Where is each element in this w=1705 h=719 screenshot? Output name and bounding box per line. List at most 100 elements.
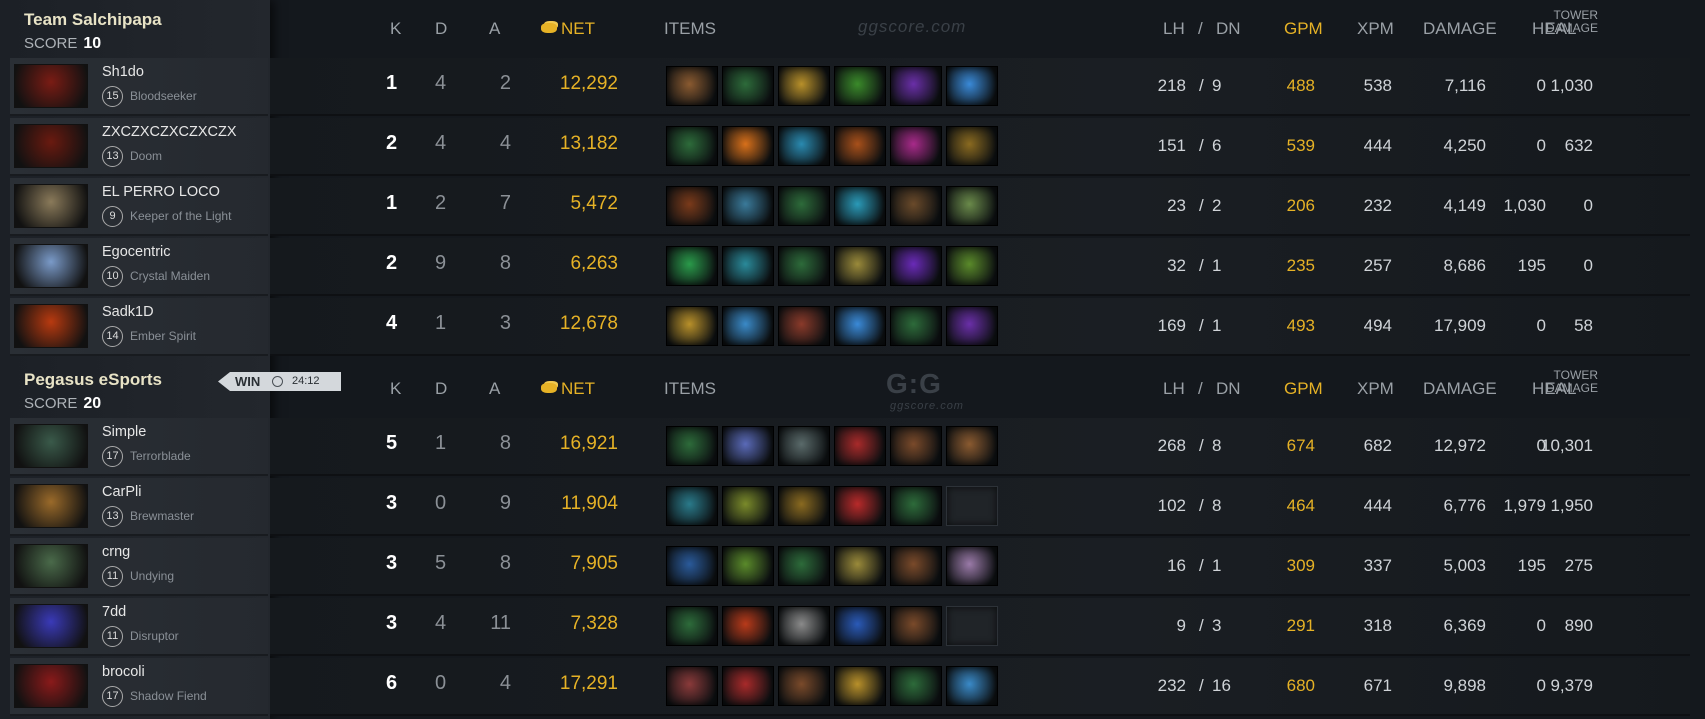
- item-icon[interactable]: [834, 426, 886, 466]
- item-icon[interactable]: [834, 666, 886, 706]
- item-icon[interactable]: [778, 546, 830, 586]
- item-icon[interactable]: [890, 546, 942, 586]
- item-icon[interactable]: [778, 186, 830, 226]
- item-icon[interactable]: [834, 486, 886, 526]
- empty-item-slot[interactable]: [946, 486, 998, 526]
- item-icon[interactable]: [666, 66, 718, 106]
- player-card[interactable]: CarPli 13 Brewmaster: [10, 478, 268, 536]
- item-icon[interactable]: [666, 486, 718, 526]
- empty-item-slot[interactable]: [946, 606, 998, 646]
- player-card[interactable]: Simple 17 Terrorblade: [10, 418, 268, 476]
- player-name[interactable]: Egocentric: [102, 244, 171, 260]
- player-name[interactable]: Sadk1D: [102, 304, 154, 320]
- item-icon[interactable]: [778, 306, 830, 346]
- item-icon[interactable]: [778, 126, 830, 166]
- column-dn[interactable]: DN: [1216, 19, 1241, 39]
- column-damage[interactable]: DAMAGE: [1423, 379, 1497, 399]
- column-net[interactable]: NET: [541, 379, 595, 399]
- player-name[interactable]: brocoli: [102, 664, 145, 680]
- item-icon[interactable]: [834, 186, 886, 226]
- column-a[interactable]: A: [489, 379, 500, 399]
- item-icon[interactable]: [834, 66, 886, 106]
- item-icon[interactable]: [778, 426, 830, 466]
- column-sep[interactable]: /: [1198, 379, 1203, 399]
- column-sep[interactable]: /: [1198, 19, 1203, 39]
- player-card[interactable]: Egocentric 10 Crystal Maiden: [10, 238, 268, 296]
- item-icon[interactable]: [722, 186, 774, 226]
- column-lh[interactable]: LH: [1163, 19, 1185, 39]
- item-icon[interactable]: [834, 126, 886, 166]
- column-items[interactable]: ITEMS: [664, 19, 716, 39]
- item-icon[interactable]: [890, 126, 942, 166]
- item-icon[interactable]: [778, 66, 830, 106]
- player-card[interactable]: ZXCZXCZXCZXCZX 13 Doom: [10, 118, 268, 176]
- item-icon[interactable]: [778, 486, 830, 526]
- item-icon[interactable]: [834, 306, 886, 346]
- item-icon[interactable]: [722, 246, 774, 286]
- item-icon[interactable]: [666, 426, 718, 466]
- item-icon[interactable]: [834, 546, 886, 586]
- item-icon[interactable]: [946, 66, 998, 106]
- item-icon[interactable]: [890, 666, 942, 706]
- item-icon[interactable]: [946, 426, 998, 466]
- column-tower-damage[interactable]: TOWER DAMAGE: [1490, 369, 1598, 395]
- player-name[interactable]: CarPli: [102, 484, 141, 500]
- player-name[interactable]: Simple: [102, 424, 146, 440]
- item-icon[interactable]: [946, 306, 998, 346]
- item-icon[interactable]: [666, 606, 718, 646]
- item-icon[interactable]: [722, 426, 774, 466]
- player-name[interactable]: 7dd: [102, 604, 126, 620]
- player-name[interactable]: Sh1do: [102, 64, 144, 80]
- column-damage[interactable]: DAMAGE: [1423, 19, 1497, 39]
- player-name[interactable]: EL PERRO LOCO: [102, 184, 220, 200]
- item-icon[interactable]: [834, 606, 886, 646]
- item-icon[interactable]: [666, 246, 718, 286]
- column-lh[interactable]: LH: [1163, 379, 1185, 399]
- item-icon[interactable]: [946, 546, 998, 586]
- column-d[interactable]: D: [435, 19, 447, 39]
- column-gpm[interactable]: GPM: [1284, 19, 1323, 39]
- player-card[interactable]: crng 11 Undying: [10, 538, 268, 596]
- item-icon[interactable]: [666, 666, 718, 706]
- item-icon[interactable]: [666, 126, 718, 166]
- item-icon[interactable]: [722, 606, 774, 646]
- column-tower-damage[interactable]: TOWER DAMAGE: [1490, 9, 1598, 35]
- item-icon[interactable]: [890, 246, 942, 286]
- item-icon[interactable]: [946, 246, 998, 286]
- column-items[interactable]: ITEMS: [664, 379, 716, 399]
- player-card[interactable]: brocoli 17 Shadow Fiend: [10, 658, 268, 716]
- column-k[interactable]: K: [390, 19, 401, 39]
- item-icon[interactable]: [722, 666, 774, 706]
- column-k[interactable]: K: [390, 379, 401, 399]
- player-name[interactable]: crng: [102, 544, 130, 560]
- item-icon[interactable]: [946, 666, 998, 706]
- item-icon[interactable]: [666, 306, 718, 346]
- player-card[interactable]: EL PERRO LOCO 9 Keeper of the Light: [10, 178, 268, 236]
- item-icon[interactable]: [666, 186, 718, 226]
- column-gpm[interactable]: GPM: [1284, 379, 1323, 399]
- player-name[interactable]: ZXCZXCZXCZXCZX: [102, 124, 237, 140]
- item-icon[interactable]: [666, 546, 718, 586]
- item-icon[interactable]: [834, 246, 886, 286]
- column-a[interactable]: A: [489, 19, 500, 39]
- item-icon[interactable]: [890, 186, 942, 226]
- item-icon[interactable]: [890, 66, 942, 106]
- item-icon[interactable]: [890, 426, 942, 466]
- item-icon[interactable]: [722, 66, 774, 106]
- column-xpm[interactable]: XPM: [1357, 379, 1394, 399]
- player-card[interactable]: Sadk1D 14 Ember Spirit: [10, 298, 268, 356]
- item-icon[interactable]: [722, 126, 774, 166]
- item-icon[interactable]: [946, 126, 998, 166]
- item-icon[interactable]: [778, 666, 830, 706]
- item-icon[interactable]: [722, 546, 774, 586]
- item-icon[interactable]: [722, 306, 774, 346]
- item-icon[interactable]: [890, 306, 942, 346]
- player-card[interactable]: 7dd 11 Disruptor: [10, 598, 268, 656]
- item-icon[interactable]: [890, 606, 942, 646]
- column-dn[interactable]: DN: [1216, 379, 1241, 399]
- player-card[interactable]: Sh1do 15 Bloodseeker: [10, 58, 268, 116]
- item-icon[interactable]: [946, 186, 998, 226]
- column-xpm[interactable]: XPM: [1357, 19, 1394, 39]
- column-d[interactable]: D: [435, 379, 447, 399]
- column-net[interactable]: NET: [541, 19, 595, 39]
